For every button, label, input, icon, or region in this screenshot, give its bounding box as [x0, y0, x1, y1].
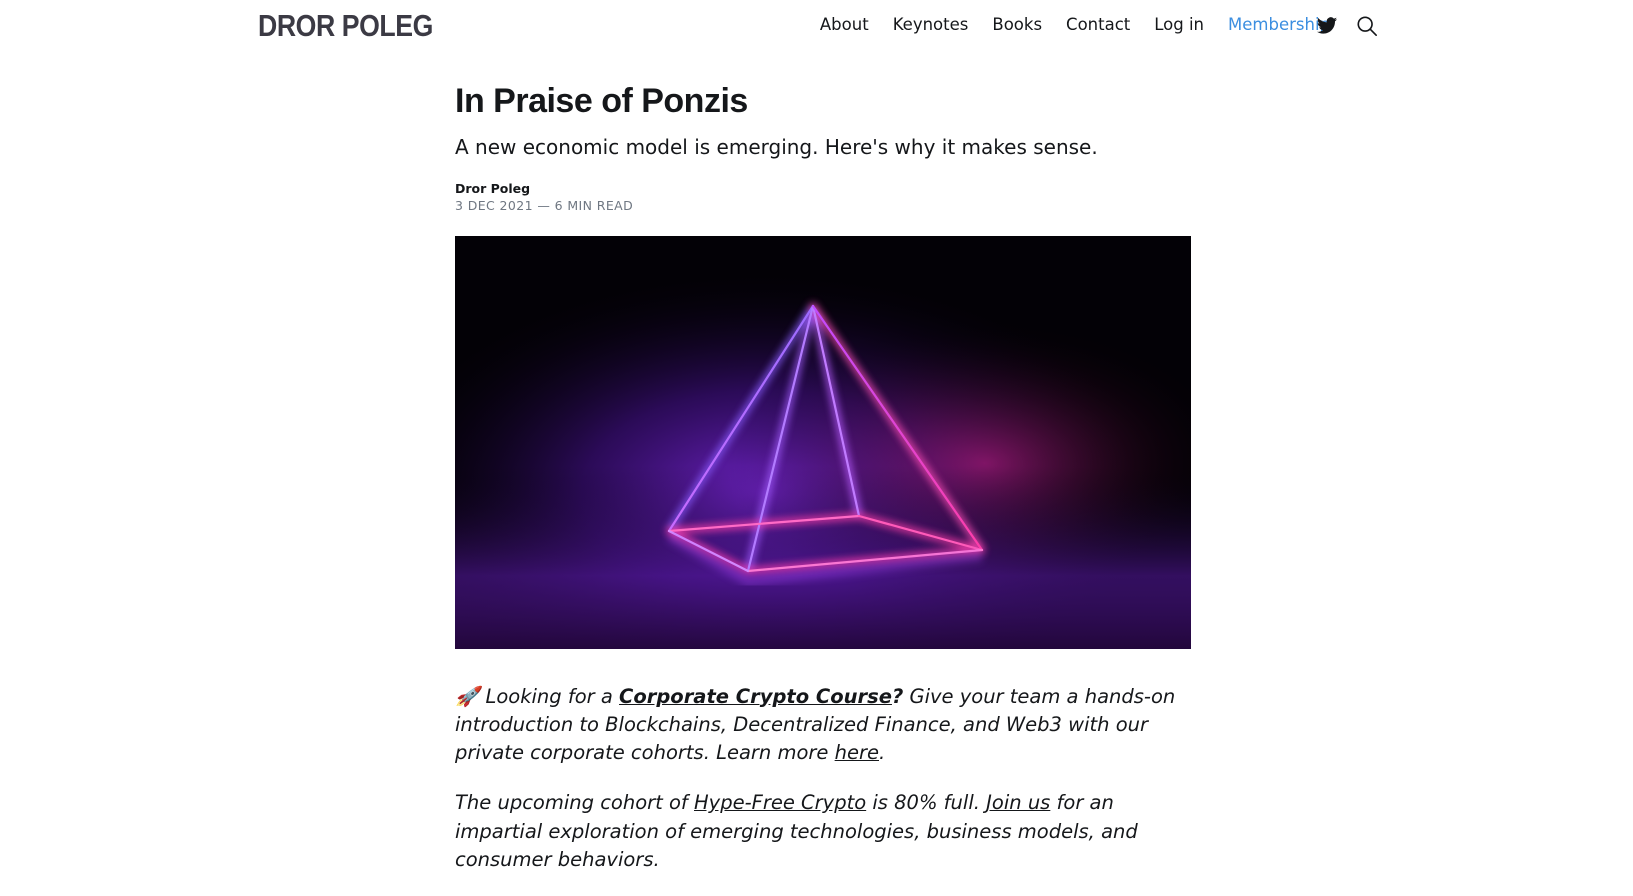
promo-text: Looking for a: [479, 684, 620, 708]
learn-more-here-link[interactable]: here: [835, 741, 879, 764]
site-logo[interactable]: DROR POLEG: [258, 8, 433, 44]
twitter-icon[interactable]: [1316, 15, 1338, 37]
promo-text: is 80% full.: [866, 791, 987, 815]
article: In Praise of Ponzis A new economic model…: [455, 80, 1191, 896]
byline: Dror Poleg 3 DEC 2021 — 6 MIN READ: [455, 181, 1191, 213]
nav-about[interactable]: About: [820, 15, 869, 34]
nav-membership[interactable]: Membership: [1228, 15, 1330, 34]
nav-login[interactable]: Log in: [1154, 15, 1204, 34]
join-us-link[interactable]: Join us: [986, 791, 1050, 814]
corporate-crypto-course-link[interactable]: Corporate Crypto Course: [619, 685, 892, 708]
main-nav: About Keynotes Books Contact Log in Memb…: [820, 15, 1330, 34]
author-link[interactable]: Dror Poleg: [455, 181, 1191, 196]
search-icon[interactable]: [1356, 15, 1378, 37]
rocket-icon: 🚀: [455, 684, 480, 708]
site-header: DROR POLEG About Keynotes Books Contact …: [0, 0, 1633, 52]
promo-paragraph-course: 🚀 Looking for a Corporate Crypto Course?…: [455, 683, 1191, 768]
header-icons: [1316, 15, 1378, 37]
promo-text: The upcoming cohort of: [455, 791, 694, 815]
hype-free-crypto-link[interactable]: Hype-Free Crypto: [694, 791, 866, 814]
article-subtitle: A new economic model is emerging. Here's…: [455, 134, 1098, 159]
article-title: In Praise of Ponzis: [455, 82, 748, 120]
promo-text: .: [879, 741, 886, 765]
promo-paragraph-cohort: The upcoming cohort of Hype-Free Crypto …: [455, 789, 1191, 874]
promo-section: 🚀 Looking for a Corporate Crypto Course?…: [455, 683, 1191, 875]
nav-keynotes[interactable]: Keynotes: [893, 15, 969, 34]
promo-question-mark: ?: [891, 684, 904, 708]
hero-image: [455, 235, 1191, 649]
nav-contact[interactable]: Contact: [1066, 15, 1130, 34]
article-meta: 3 DEC 2021 — 6 MIN READ: [455, 197, 634, 213]
nav-books[interactable]: Books: [992, 15, 1042, 34]
